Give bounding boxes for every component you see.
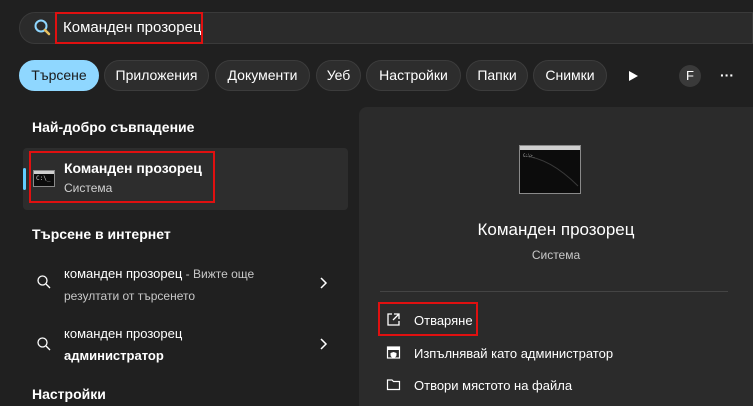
svg-text:C:\>_: C:\>_: [523, 153, 536, 158]
tab-web[interactable]: Уеб: [316, 60, 361, 91]
selection-accent: [23, 168, 26, 190]
web-result-query: команден прозорец: [64, 266, 183, 281]
preview-title: Команден прозорец: [477, 220, 635, 239]
tab-documents[interactable]: Документи: [215, 60, 310, 91]
search-icon: [36, 336, 52, 352]
search-icon: [36, 274, 52, 290]
more-options-icon[interactable]: ···: [714, 60, 740, 91]
web-search-heading: Търсене в интернет: [32, 226, 171, 242]
tab-settings[interactable]: Настройки: [366, 60, 461, 91]
more-tabs-play-icon[interactable]: [622, 60, 644, 91]
preview-subtitle: Система: [531, 248, 581, 262]
chevron-right-icon[interactable]: [318, 337, 328, 351]
tab-apps[interactable]: Приложения: [104, 60, 209, 91]
tab-photos[interactable]: Снимки: [533, 60, 607, 91]
command-prompt-icon: C:\>_: [519, 145, 581, 194]
search-icon: [33, 18, 53, 38]
chevron-right-icon[interactable]: [318, 276, 328, 290]
web-result-suffix: - Вижте още: [182, 267, 255, 281]
best-match-heading: Най-добро съвпадение: [32, 119, 195, 135]
web-result-line2: администратор: [64, 348, 164, 363]
folder-icon: [386, 377, 401, 392]
avatar[interactable]: F: [679, 65, 701, 87]
web-result-item[interactable]: команден прозорец администратор: [64, 323, 314, 367]
search-input[interactable]: Команден прозорец: [55, 12, 203, 44]
tab-search[interactable]: Търсене: [19, 60, 99, 91]
web-result-query: команден прозорец: [64, 326, 183, 341]
shield-admin-icon: [386, 345, 401, 360]
action-open-file-location[interactable]: Отвори мястото на файла: [414, 378, 572, 393]
highlight-frame: [378, 302, 478, 336]
action-run-as-admin[interactable]: Изпълнявай като администратор: [414, 346, 613, 361]
divider: [380, 291, 728, 292]
tab-folders[interactable]: Папки: [466, 60, 528, 91]
settings-heading: Настройки: [32, 386, 106, 402]
web-result-line2: резултати от търсенето: [64, 289, 196, 303]
highlight-frame: [29, 151, 215, 203]
web-result-item[interactable]: команден прозорец - Вижте още резултати …: [64, 263, 314, 307]
